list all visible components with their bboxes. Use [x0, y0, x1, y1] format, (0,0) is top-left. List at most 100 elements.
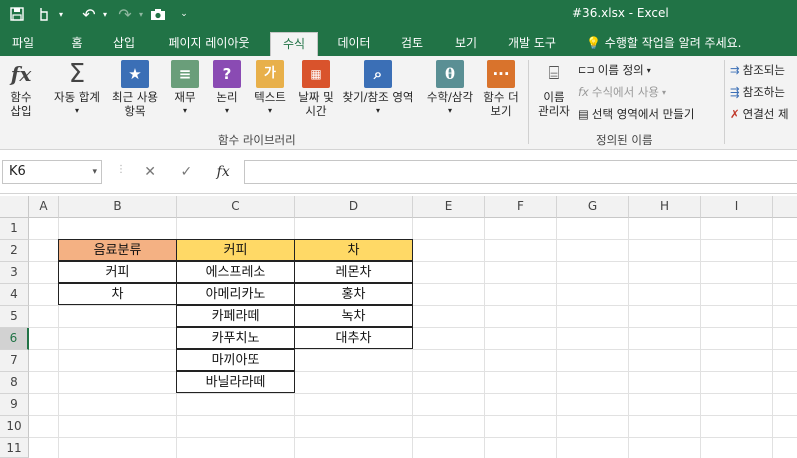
- row-header[interactable]: 7: [0, 350, 29, 372]
- formula-input[interactable]: [244, 160, 797, 184]
- enter-icon[interactable]: ✓: [180, 164, 192, 180]
- save-icon[interactable]: [6, 0, 28, 28]
- tag-icon: ⊏⊐: [578, 64, 595, 76]
- trace-precedents-button[interactable]: ⇉ 참조되는: [730, 62, 785, 78]
- remove-arrows-icon: ✗: [730, 107, 740, 121]
- autosum-button[interactable]: Σ 자동 합계 ▾: [48, 60, 106, 118]
- chevron-down-icon[interactable]: ▾: [100, 0, 110, 28]
- create-from-selection-button[interactable]: ▤ 선택 영역에서 만들기: [578, 106, 694, 122]
- name-manager-button[interactable]: ⌸ 이름 관리자: [532, 60, 576, 119]
- function-library-group-label: 함수 라이브러리: [218, 133, 296, 147]
- name-tag-icon: ⌸: [548, 63, 560, 84]
- column-header-d[interactable]: D: [295, 196, 413, 218]
- cell-d5[interactable]: 녹차: [294, 305, 413, 327]
- cell-c3[interactable]: 에스프레소: [176, 261, 295, 283]
- tell-me-box[interactable]: 💡 수행할 작업을 알려 주세요.: [586, 34, 741, 51]
- ribbon-tabs: 파일 홈 삽입 페이지 레이아웃 수식 데이터 검토 보기 개발 도구 💡 수행…: [0, 28, 797, 56]
- chevron-down-icon[interactable]: ▾: [92, 161, 97, 183]
- more-functions-button[interactable]: ··· 함수 더 보기: [478, 60, 524, 118]
- cell-c8[interactable]: 바닐라라떼: [176, 371, 295, 393]
- name-box[interactable]: K6 ▾: [2, 160, 102, 184]
- grid-icon: ▤: [578, 107, 589, 121]
- recent-used-button[interactable]: ★ 최근 사용 항목: [108, 60, 162, 118]
- cell-b2[interactable]: 음료분류: [58, 239, 177, 261]
- date-time-button[interactable]: ▦ 날짜 및 시간: [292, 60, 340, 118]
- chevron-down-icon[interactable]: ▾: [55, 0, 67, 28]
- insert-function-button[interactable]: fx 함수 삽입: [2, 60, 40, 118]
- cell-b3[interactable]: 커피: [58, 261, 177, 283]
- row-header[interactable]: 11: [0, 438, 29, 458]
- cell-d3[interactable]: 레몬차: [294, 261, 413, 283]
- redo-icon: ↷: [118, 4, 132, 24]
- defined-names-group-label: 정의된 이름: [596, 133, 653, 147]
- formula-bar: K6 ▾ ⋮ ✕ ✓ fx: [0, 150, 797, 194]
- column-header-j[interactable]: [773, 196, 797, 218]
- fx-icon: fx: [10, 62, 32, 86]
- column-header-f[interactable]: F: [485, 196, 557, 218]
- column-header-e[interactable]: E: [413, 196, 485, 218]
- cell-b4[interactable]: 차: [58, 283, 177, 305]
- cell-c4[interactable]: 아메리카노: [176, 283, 295, 305]
- name-manager-label: 이름 관리자: [538, 90, 570, 118]
- cancel-icon[interactable]: ✕: [144, 164, 156, 180]
- row-header[interactable]: 10: [0, 416, 29, 438]
- row-header[interactable]: 1: [0, 218, 29, 240]
- financial-button[interactable]: ≡ 재무 ▾: [166, 60, 204, 118]
- lookup-reference-button[interactable]: ⌕ 찾기/참조 영역 ▾: [336, 60, 420, 118]
- cell-d6[interactable]: 대추차: [294, 327, 413, 349]
- column-header-i[interactable]: I: [701, 196, 773, 218]
- trace-dependents-button[interactable]: ⇶ 참조하는: [730, 84, 785, 100]
- group-separator: [528, 60, 529, 144]
- group-separator: [724, 60, 725, 144]
- row-header[interactable]: 2: [0, 240, 29, 262]
- tab-insert[interactable]: 삽입: [104, 32, 144, 56]
- cell-c2[interactable]: 커피: [176, 239, 295, 261]
- column-header-c[interactable]: C: [177, 196, 295, 218]
- gridline: [29, 327, 797, 328]
- row-header[interactable]: 4: [0, 284, 29, 306]
- row-header[interactable]: 5: [0, 306, 29, 328]
- cell-c6[interactable]: 카푸치노: [176, 327, 295, 349]
- row-header[interactable]: 8: [0, 372, 29, 394]
- tab-formulas[interactable]: 수식: [270, 32, 318, 56]
- column-header-a[interactable]: A: [29, 196, 59, 218]
- cell-d2[interactable]: 차: [294, 239, 413, 261]
- cell-c7[interactable]: 마끼아또: [176, 349, 295, 371]
- remove-arrows-button[interactable]: ✗ 연결선 제: [730, 106, 789, 122]
- date-time-label: 날짜 및 시간: [298, 90, 334, 118]
- select-all-corner[interactable]: [0, 196, 29, 218]
- tab-review[interactable]: 검토: [390, 32, 434, 56]
- cell-d4[interactable]: 홍차: [294, 283, 413, 305]
- column-header-h[interactable]: H: [629, 196, 701, 218]
- customize-qat-icon[interactable]: ⌄: [176, 0, 192, 28]
- camera-icon[interactable]: [146, 0, 170, 28]
- use-in-formula-button: fx 수식에서 사용 ▾: [578, 85, 667, 99]
- row-header[interactable]: 3: [0, 262, 29, 284]
- touch-mode-icon[interactable]: [32, 0, 54, 28]
- undo-icon[interactable]: ↶: [78, 0, 100, 28]
- tab-home[interactable]: 홈: [58, 32, 96, 56]
- use-in-formula-label: 수식에서 사용: [591, 85, 659, 99]
- logical-button[interactable]: ? 논리 ▾: [208, 60, 246, 118]
- column-header-b[interactable]: B: [59, 196, 177, 218]
- row-header[interactable]: 9: [0, 394, 29, 416]
- tab-developer[interactable]: 개발 도구: [498, 32, 566, 56]
- tab-data[interactable]: 데이터: [330, 32, 378, 56]
- worksheet-grid: A B C D E F G H I 1 2 3 4 5 6 7 8 9 10 1…: [0, 196, 797, 458]
- tab-file[interactable]: 파일: [4, 32, 42, 56]
- insert-function-icon[interactable]: fx: [217, 164, 230, 180]
- financial-book-icon: ≡: [171, 60, 199, 88]
- define-name-button[interactable]: ⊏⊐ 이름 정의 ▾: [578, 62, 651, 78]
- magnifier-book-icon: ⌕: [364, 60, 392, 88]
- column-header-g[interactable]: G: [557, 196, 629, 218]
- window-title: #36.xlsx - Excel: [572, 6, 669, 20]
- cell-c5[interactable]: 카페라떼: [176, 305, 295, 327]
- drag-handle-icon[interactable]: ⋮: [116, 164, 126, 175]
- row-header-selected[interactable]: 6: [0, 328, 29, 350]
- tab-page-layout[interactable]: 페이지 레이아웃: [158, 32, 260, 56]
- tab-view[interactable]: 보기: [444, 32, 488, 56]
- text-button[interactable]: 가 텍스트 ▾: [248, 60, 292, 118]
- math-trig-button[interactable]: θ 수학/삼각 ▾: [422, 60, 478, 118]
- trace-precedents-label: 참조되는: [742, 63, 785, 77]
- recent-used-label: 최근 사용 항목: [112, 90, 158, 118]
